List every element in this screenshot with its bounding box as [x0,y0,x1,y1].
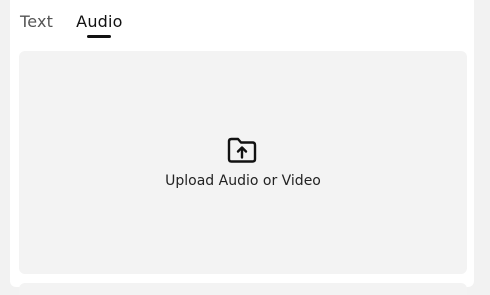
next-section-card [19,283,467,295]
upload-panel: Text Audio Upload Audio or Video [10,0,474,295]
upload-dropzone[interactable]: Upload Audio or Video [19,51,467,274]
tab-text[interactable]: Text [20,12,53,32]
upload-label: Upload Audio or Video [165,173,321,189]
tab-bar: Text Audio [20,12,123,40]
active-tab-indicator [87,35,112,38]
folder-upload-icon [227,137,257,163]
tab-audio-label: Audio [76,12,123,31]
tab-audio[interactable]: Audio [76,12,123,38]
